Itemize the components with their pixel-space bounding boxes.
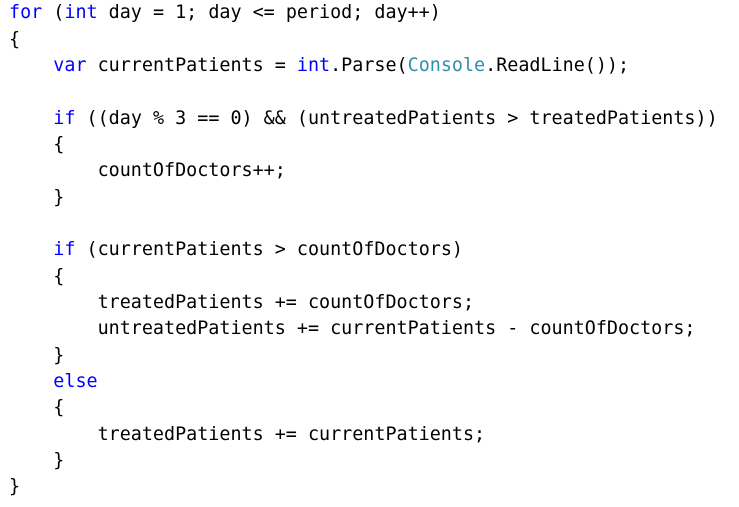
keyword-token: if: [53, 108, 76, 129]
code-token: ((day % 3 == 0) && (untreatedPatients > …: [75, 108, 718, 129]
code-token: }: [9, 450, 65, 471]
code-line: {: [9, 264, 64, 290]
code-line: else: [9, 369, 98, 395]
code-token: .Parse(: [330, 55, 408, 76]
code-line: }: [9, 448, 64, 474]
code-token: treatedPatients += countOfDoctors;: [9, 292, 475, 313]
code-token: currentPatients =: [86, 55, 297, 76]
keyword-token: var: [53, 55, 87, 76]
code-line: }: [9, 343, 64, 369]
code-token: }: [9, 345, 65, 366]
keyword-token: int: [296, 55, 331, 76]
code-line: countOfDoctors++;: [9, 158, 286, 184]
code-token: (currentPatients > countOfDoctors): [75, 239, 463, 260]
code-line: var currentPatients = int.Parse(Console.…: [9, 53, 629, 79]
code-line: treatedPatients += currentPatients;: [9, 422, 486, 448]
keyword-token: else: [53, 371, 98, 392]
code-token: day = 1; day <= period; day++): [97, 2, 441, 23]
code-line: {: [9, 395, 64, 421]
code-token: }: [9, 476, 21, 497]
code-line: }: [9, 474, 20, 500]
code-token: (: [42, 2, 65, 23]
code-token: {: [9, 29, 21, 50]
code-line: untreatedPatients += currentPatients - c…: [9, 316, 696, 342]
code-line: if (currentPatients > countOfDoctors): [9, 237, 463, 263]
type-token: Console: [407, 55, 486, 76]
code-token: {: [9, 397, 65, 418]
code-line: if ((day % 3 == 0) && (untreatedPatients…: [9, 106, 718, 132]
code-line: for (int day = 1; day <= period; day++): [9, 0, 441, 26]
code-token: countOfDoctors++;: [9, 160, 286, 181]
keyword-token: if: [53, 239, 76, 260]
code-token: .ReadLine());: [485, 55, 630, 76]
keyword-token: int: [64, 2, 98, 23]
code-line: treatedPatients += countOfDoctors;: [9, 290, 474, 316]
code-line: {: [9, 132, 64, 158]
code-line: {: [9, 27, 20, 53]
code-token: {: [9, 134, 65, 155]
code-token: untreatedPatients += currentPatients - c…: [9, 318, 696, 339]
code-token: treatedPatients += currentPatients;: [9, 424, 486, 445]
code-line: }: [9, 185, 64, 211]
code-editor[interactable]: for (int day = 1; day <= period; day++){…: [9, 0, 735, 507]
code-token: {: [9, 266, 65, 287]
keyword-token: for: [9, 2, 43, 23]
code-token: }: [9, 187, 65, 208]
